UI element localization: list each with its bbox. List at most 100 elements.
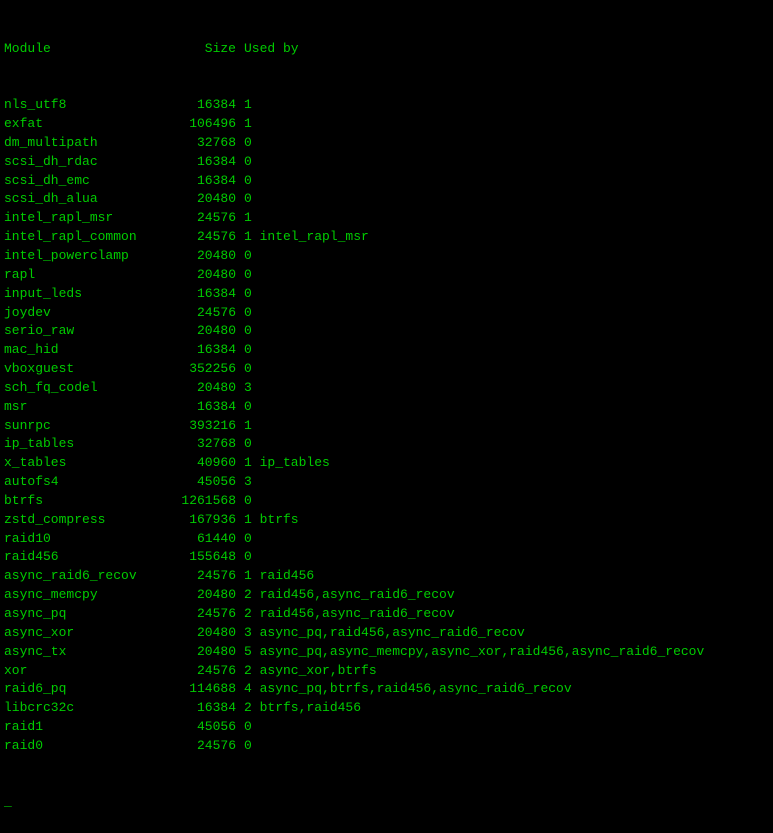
module-size: 24576	[164, 662, 244, 681]
table-row: async_raid6_recov245761 raid456	[4, 567, 769, 586]
module-size: 20480	[164, 586, 244, 605]
module-name: intel_rapl_msr	[4, 209, 164, 228]
module-size: 24576	[164, 304, 244, 323]
module-usedby: 2 raid456,async_raid6_recov	[244, 586, 455, 605]
module-usedby: 0	[244, 737, 252, 756]
table-row: sunrpc3932161	[4, 417, 769, 436]
table-row: mac_hid163840	[4, 341, 769, 360]
table-row: zstd_compress1679361 btrfs	[4, 511, 769, 530]
table-row: libcrc32c163842 btrfs,raid456	[4, 699, 769, 718]
module-usedby: 0	[244, 322, 252, 341]
module-usedby: 1	[244, 96, 252, 115]
module-size: 24576	[164, 209, 244, 228]
module-usedby: 5 async_pq,async_memcpy,async_xor,raid45…	[244, 643, 704, 662]
module-name: intel_powerclamp	[4, 247, 164, 266]
module-name: dm_multipath	[4, 134, 164, 153]
module-usedby: 3	[244, 379, 252, 398]
module-name: xor	[4, 662, 164, 681]
module-usedby: 0	[244, 530, 252, 549]
module-size: 1261568	[164, 492, 244, 511]
table-row: nls_utf8163841	[4, 96, 769, 115]
table-row: intel_powerclamp204800	[4, 247, 769, 266]
prompt-row: _	[4, 793, 769, 812]
module-name: btrfs	[4, 492, 164, 511]
module-size: 114688	[164, 680, 244, 699]
module-name: exfat	[4, 115, 164, 134]
module-usedby: 1 raid456	[244, 567, 314, 586]
module-usedby: 0	[244, 360, 252, 379]
table-row: scsi_dh_rdac163840	[4, 153, 769, 172]
module-name: raid0	[4, 737, 164, 756]
table-row: joydev245760	[4, 304, 769, 323]
module-name: nls_utf8	[4, 96, 164, 115]
table-row: autofs4450563	[4, 473, 769, 492]
module-usedby: 0	[244, 435, 252, 454]
module-name: libcrc32c	[4, 699, 164, 718]
table-row: scsi_dh_alua204800	[4, 190, 769, 209]
module-usedby: 1	[244, 417, 252, 436]
module-name: zstd_compress	[4, 511, 164, 530]
module-size: 155648	[164, 548, 244, 567]
module-name: async_memcpy	[4, 586, 164, 605]
module-size: 16384	[164, 153, 244, 172]
module-size: 32768	[164, 134, 244, 153]
module-usedby: 3 async_pq,raid456,async_raid6_recov	[244, 624, 525, 643]
module-name: scsi_dh_emc	[4, 172, 164, 191]
prompt-symbol: _	[4, 793, 12, 812]
module-name: mac_hid	[4, 341, 164, 360]
module-name: msr	[4, 398, 164, 417]
module-size: 20480	[164, 247, 244, 266]
module-size: 20480	[164, 643, 244, 662]
module-name: intel_rapl_common	[4, 228, 164, 247]
module-usedby: 2 async_xor,btrfs	[244, 662, 377, 681]
table-row: msr163840	[4, 398, 769, 417]
table-row: x_tables409601 ip_tables	[4, 454, 769, 473]
module-usedby: 0	[244, 247, 252, 266]
module-size: 40960	[164, 454, 244, 473]
module-size: 16384	[164, 96, 244, 115]
module-usedby: 0	[244, 398, 252, 417]
module-usedby: 0	[244, 548, 252, 567]
module-size: 16384	[164, 172, 244, 191]
module-name: input_leds	[4, 285, 164, 304]
module-usedby: 0	[244, 266, 252, 285]
module-size: 24576	[164, 567, 244, 586]
module-name: sunrpc	[4, 417, 164, 436]
module-size: 16384	[164, 341, 244, 360]
module-name: async_tx	[4, 643, 164, 662]
module-size: 16384	[164, 699, 244, 718]
module-size: 393216	[164, 417, 244, 436]
table-row: raid6_pq1146884 async_pq,btrfs,raid456,a…	[4, 680, 769, 699]
module-size: 20480	[164, 322, 244, 341]
module-usedby: 0	[244, 341, 252, 360]
module-size: 16384	[164, 285, 244, 304]
module-size: 61440	[164, 530, 244, 549]
header-module: Module	[4, 40, 164, 59]
module-usedby: 0	[244, 492, 252, 511]
table-row: intel_rapl_msr245761	[4, 209, 769, 228]
table-row: raid0245760	[4, 737, 769, 756]
table-row: sch_fq_codel204803	[4, 379, 769, 398]
module-size: 32768	[164, 435, 244, 454]
module-size: 45056	[164, 718, 244, 737]
module-usedby: 0	[244, 718, 252, 737]
module-name: joydev	[4, 304, 164, 323]
module-usedby: 1 intel_rapl_msr	[244, 228, 369, 247]
module-usedby: 0	[244, 304, 252, 323]
terminal-window: ModuleSizeUsed by nls_utf8163841exfat106…	[4, 2, 769, 831]
module-size: 24576	[164, 737, 244, 756]
header-usedby: Used by	[244, 40, 299, 59]
module-name: vboxguest	[4, 360, 164, 379]
module-size: 352256	[164, 360, 244, 379]
module-name: raid6_pq	[4, 680, 164, 699]
module-usedby: 1 btrfs	[244, 511, 299, 530]
module-size: 20480	[164, 624, 244, 643]
table-row: btrfs12615680	[4, 492, 769, 511]
module-usedby: 1 ip_tables	[244, 454, 330, 473]
module-size: 20480	[164, 379, 244, 398]
table-row: rapl204800	[4, 266, 769, 285]
module-size: 45056	[164, 473, 244, 492]
module-name: raid456	[4, 548, 164, 567]
module-size: 20480	[164, 266, 244, 285]
module-usedby: 1	[244, 115, 252, 134]
